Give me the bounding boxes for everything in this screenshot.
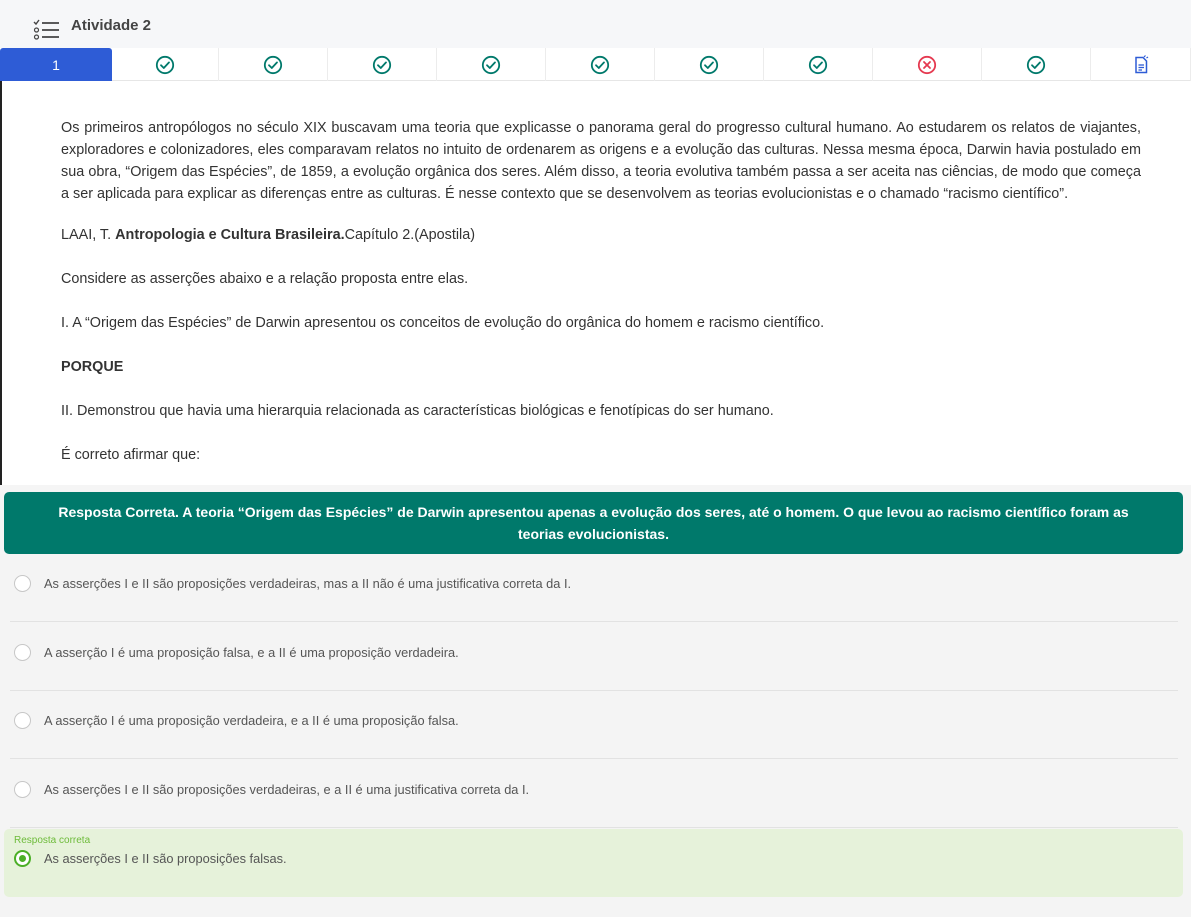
header: Atividade 2	[0, 0, 1191, 50]
radio-button[interactable]	[14, 781, 31, 798]
answer-option-e[interactable]: Resposta correta As asserções I e II são…	[4, 829, 1183, 897]
citation-title: Antropologia e Cultura Brasileira.	[115, 227, 345, 243]
tab-summary[interactable]	[1091, 48, 1191, 81]
x-circle-icon	[917, 55, 937, 74]
option-label: As asserções I e II são proposições fals…	[44, 851, 287, 866]
option-label: As asserções I e II são proposições verd…	[44, 576, 572, 591]
checklist-icon	[33, 19, 59, 40]
tab-question-1[interactable]: 1	[0, 48, 112, 81]
check-circle-icon	[263, 55, 283, 74]
correct-answer-tag: Resposta correta	[14, 835, 91, 846]
citation-rest: Capítulo 2.(Apostila)	[344, 227, 476, 243]
tab-question-5[interactable]	[437, 48, 546, 81]
document-icon	[1134, 54, 1148, 73]
check-circle-icon	[699, 55, 719, 74]
tab-question-2[interactable]	[112, 48, 219, 81]
radio-button[interactable]	[14, 575, 31, 592]
page-title: Atividade 2	[71, 17, 152, 34]
citation-author: LAAI, T.	[61, 227, 116, 243]
question-prompt: É correto afirmar que:	[61, 447, 201, 463]
radio-button[interactable]	[14, 644, 31, 661]
tab-question-4[interactable]	[328, 48, 437, 81]
check-circle-icon	[372, 55, 392, 74]
radio-button[interactable]	[14, 712, 31, 729]
option-label: A asserção I é uma proposição verdadeira…	[44, 713, 459, 728]
question-tabs: 1	[0, 48, 1191, 81]
option-label: As asserções I e II são proposições verd…	[44, 782, 530, 797]
assertion-1: I. A “Origem das Espécies” de Darwin apr…	[61, 315, 825, 331]
answer-option-a[interactable]: As asserções I e II são proposições verd…	[10, 554, 1178, 622]
question-panel: Os primeiros antropólogos no século XIX …	[0, 81, 1191, 485]
check-circle-icon	[155, 55, 175, 74]
tab-question-6[interactable]	[546, 48, 655, 81]
tab-question-7[interactable]	[655, 48, 764, 81]
option-label: A asserção I é uma proposição falsa, e a…	[44, 645, 459, 660]
check-circle-icon	[481, 55, 501, 74]
answer-option-c[interactable]: A asserção I é uma proposição verdadeira…	[10, 691, 1178, 759]
answer-option-b[interactable]: A asserção I é uma proposição falsa, e a…	[10, 623, 1178, 691]
question-paragraph: Os primeiros antropólogos no século XIX …	[61, 120, 1141, 202]
connector-text: PORQUE	[61, 359, 124, 375]
radio-button-selected[interactable]	[14, 850, 31, 867]
assertion-2: II. Demonstrou que havia uma hierarquia …	[61, 403, 774, 419]
citation: LAAI, T. Antropologia e Cultura Brasilei…	[61, 227, 475, 243]
answer-options: As asserções I e II são proposições verd…	[0, 554, 1191, 917]
tab-question-8[interactable]	[764, 48, 873, 81]
tab-question-10[interactable]	[982, 48, 1091, 81]
connector: PORQUE	[61, 359, 123, 375]
check-circle-icon	[590, 55, 610, 74]
page: Atividade 2 1 Os primeiros antropólogos …	[0, 0, 1191, 917]
check-circle-icon	[1026, 55, 1046, 74]
check-circle-icon	[808, 55, 828, 74]
feedback-banner: Resposta Correta. A teoria “Origem das E…	[4, 492, 1183, 554]
tab-question-3[interactable]	[219, 48, 328, 81]
instruction: Considere as asserções abaixo e a relaçã…	[61, 271, 469, 287]
answer-option-d[interactable]: As asserções I e II são proposições verd…	[10, 760, 1178, 828]
tab-question-9-wrong[interactable]	[873, 48, 982, 81]
